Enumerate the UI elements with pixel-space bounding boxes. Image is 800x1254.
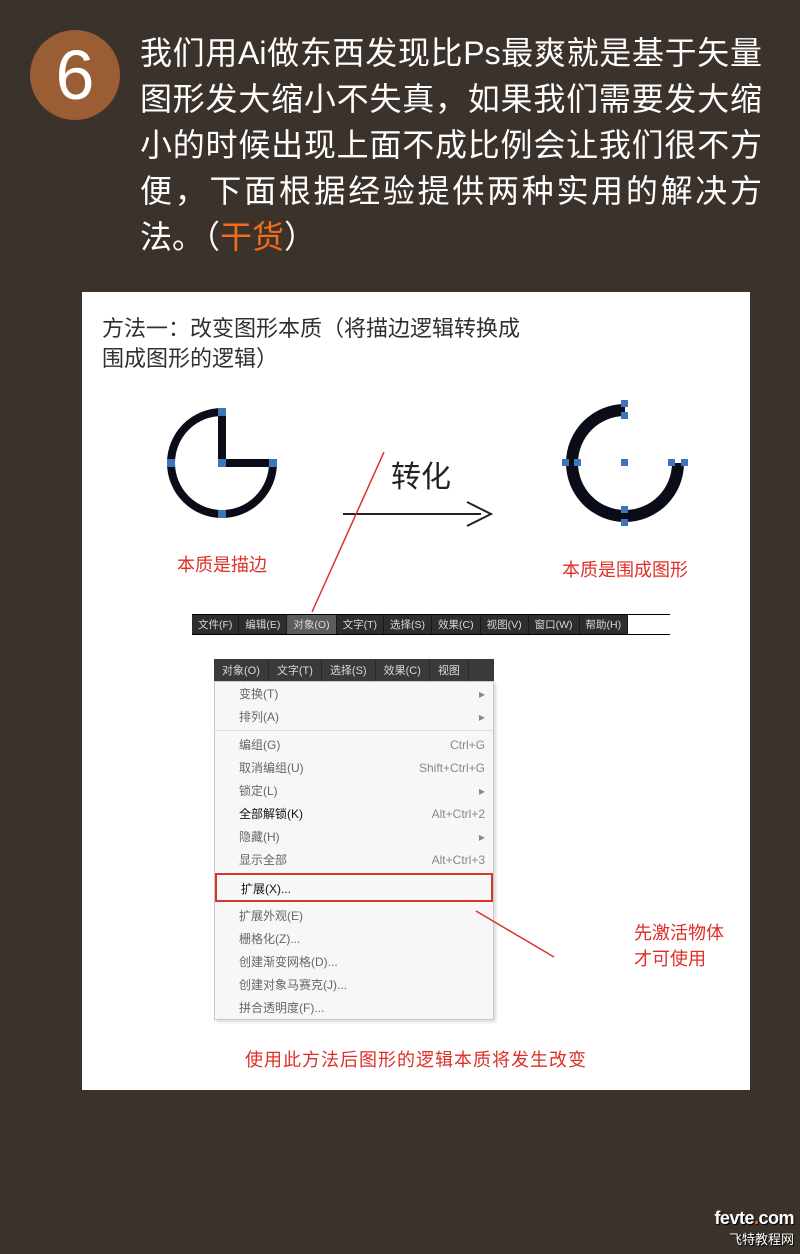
dd-tab-select[interactable]: 选择(S) (322, 659, 376, 681)
dd-item-shortcut: Shift+Ctrl+G (419, 761, 485, 775)
method-title-line1: 方法一：改变图形本质（将描边逻辑转换成 (102, 316, 520, 341)
dd-item-label: 创建对象马赛克(J)... (239, 976, 347, 993)
app-top-menu: 文件(F) 编辑(E) 对象(O) 文字(T) 选择(S) 效果(C) 视图(V… (192, 614, 670, 635)
menu-object[interactable]: 对象(O) (287, 615, 336, 634)
dd-item-label: 隐藏(H) (239, 828, 280, 845)
arrow-right-icon (341, 500, 501, 528)
dd-tab-effect[interactable]: 效果(C) (376, 659, 430, 681)
dd-item-label: 锁定(L) (239, 782, 278, 799)
tutorial-header: 6 我们用Ai做东西发现比Ps最爽就是基于矢量图形发大缩小不失真，如果我们需要发… (0, 0, 800, 280)
intro-highlight: 干货 (220, 219, 284, 255)
dd-item-shortcut: Alt+Ctrl+2 (432, 807, 485, 821)
intro-paragraph: 我们用Ai做东西发现比Ps最爽就是基于矢量图形发大缩小不失真，如果我们需要发大缩… (140, 30, 762, 260)
side-annotation: 先激活物体才可使用 (634, 919, 730, 971)
menu-type[interactable]: 文字(T) (337, 615, 384, 634)
dd-item[interactable]: 编组(G) Ctrl+G (215, 730, 493, 756)
menu-select[interactable]: 选择(S) (384, 615, 432, 634)
dd-item[interactable]: 取消编组(U) Shift+Ctrl+G (215, 756, 493, 779)
submenu-arrow-icon: ▸ (479, 784, 485, 798)
menu-effect[interactable]: 效果(C) (432, 615, 481, 634)
dd-item-label: 编组(G) (239, 736, 280, 753)
menu-edit[interactable]: 编辑(E) (239, 615, 287, 634)
submenu-arrow-icon: ▸ (479, 687, 485, 701)
dd-item[interactable]: 扩展(X)... (215, 873, 493, 902)
caption-right: 本质是围成图形 (562, 556, 688, 582)
dd-item-label: 栅格化(Z)... (239, 930, 300, 947)
dd-item-label: 变换(T) (239, 685, 278, 702)
bottom-annotation: 使用此方法后图形的逻辑本质将发生改变 (102, 1046, 730, 1072)
dd-tab-view[interactable]: 视图 (430, 659, 469, 681)
dd-item-label: 显示全部 (239, 851, 287, 868)
arrow-col: 转化 (341, 452, 501, 528)
step-number-badge: 6 (30, 30, 120, 120)
dropdown-wrap: 对象(O) 文字(T) 选择(S) 效果(C) 视图 变换(T) ▸ 排列(A) ▸ 编… (214, 659, 730, 1020)
dd-item-label: 扩展外观(E) (239, 907, 303, 924)
watermark-brand: fevte.com (714, 1208, 794, 1229)
dd-item-label: 全部解锁(K) (239, 805, 303, 822)
dd-item[interactable]: 创建渐变网格(D)... (215, 950, 493, 973)
menu-file[interactable]: 文件(F) (192, 615, 239, 634)
dd-item[interactable]: 排列(A) ▸ (215, 705, 493, 728)
dd-item-label: 创建渐变网格(D)... (239, 953, 338, 970)
pacman-fill-icon (560, 398, 690, 528)
dd-item[interactable]: 拼合透明度(F)... (215, 996, 493, 1019)
dropdown-menu: 变换(T) ▸ 排列(A) ▸ 编组(G) Ctrl+G 取消编组(U) Shift+Ctrl… (214, 681, 494, 1020)
dd-item[interactable]: 显示全部 Alt+Ctrl+3 (215, 848, 493, 871)
dd-item-label: 排列(A) (239, 708, 279, 725)
shapes-row: 本质是描边 转化 本质是围成图形 (162, 398, 690, 582)
watermark: fevte.com 飞特教程网 (714, 1208, 794, 1248)
dd-item-shortcut: Alt+Ctrl+3 (432, 853, 485, 867)
intro-after: ） (284, 219, 316, 255)
menu-view[interactable]: 视图(V) (481, 615, 529, 634)
menu-window[interactable]: 窗口(W) (529, 615, 580, 634)
shape-left-col: 本质是描边 (162, 403, 282, 577)
dd-item[interactable]: 栅格化(Z)... (215, 927, 493, 950)
watermark-brand-a: fevte (714, 1208, 754, 1228)
dd-tab-type[interactable]: 文字(T) (269, 659, 322, 681)
submenu-arrow-icon: ▸ (479, 710, 485, 724)
dd-item-shortcut: Ctrl+G (450, 738, 485, 752)
submenu-arrow-icon: ▸ (479, 830, 485, 844)
dd-item-label: 扩展(X)... (241, 880, 291, 897)
shape-right-col: 本质是围成图形 (560, 398, 690, 582)
watermark-sub: 飞特教程网 (729, 1229, 794, 1248)
dd-item[interactable]: 隐藏(H) ▸ (215, 825, 493, 848)
method-title: 方法一：改变图形本质（将描边逻辑转换成 围成图形的逻辑） (102, 314, 730, 374)
caption-left: 本质是描边 (177, 551, 267, 577)
dropdown-tabs: 对象(O) 文字(T) 选择(S) 效果(C) 视图 (214, 659, 494, 681)
dd-item-label: 取消编组(U) (239, 759, 304, 776)
watermark-brand-b: com (758, 1208, 794, 1228)
method-panel: 方法一：改变图形本质（将描边逻辑转换成 围成图形的逻辑） 本质是描边 转化 (82, 292, 750, 1090)
method-title-line2: 围成图形的逻辑） (102, 346, 278, 371)
pacman-stroke-icon (162, 403, 282, 523)
menu-help[interactable]: 帮助(H) (580, 615, 629, 634)
dd-item[interactable]: 锁定(L) ▸ (215, 779, 493, 802)
dd-item[interactable]: 创建对象马赛克(J)... (215, 973, 493, 996)
arrow-label: 转化 (391, 452, 451, 496)
dd-tab-object[interactable]: 对象(O) (214, 659, 269, 681)
dd-item-label: 拼合透明度(F)... (239, 999, 324, 1016)
dd-item[interactable]: 变换(T) ▸ (215, 682, 493, 705)
dd-item[interactable]: 扩展外观(E) (215, 904, 493, 927)
dd-item[interactable]: 全部解锁(K) Alt+Ctrl+2 (215, 802, 493, 825)
